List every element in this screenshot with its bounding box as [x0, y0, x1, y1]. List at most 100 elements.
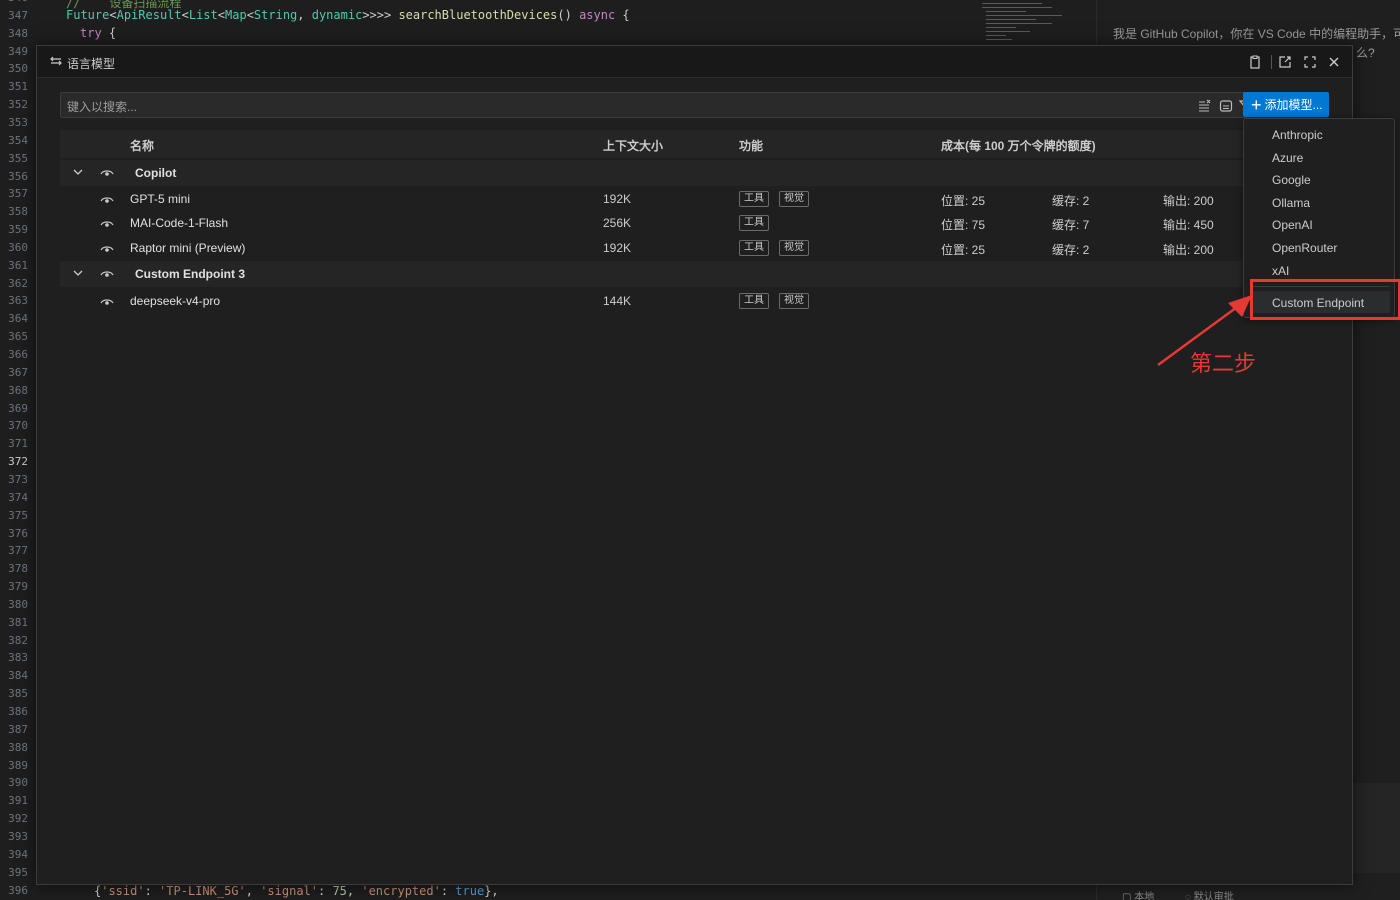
- tag-vision: 视觉: [779, 191, 809, 207]
- line-number: 382: [8, 633, 28, 647]
- line-number: 381: [8, 615, 28, 629]
- line-number: 364: [8, 312, 28, 326]
- line-number: 349: [8, 44, 28, 58]
- group-row-copilot[interactable]: Copilot: [60, 160, 1250, 186]
- menu-item-xai[interactable]: xAI: [1272, 264, 1289, 278]
- clipboard-icon[interactable]: [1246, 53, 1264, 71]
- tag-tools: 工具: [739, 191, 769, 207]
- table-header: 名称 上下文大小 功能 成本(每 100 万个令牌的额度): [60, 130, 1250, 158]
- language-models-dialog: 语言模型 键入以搜索... +添加模型... 名称 上下文大小 功能 成本(每: [36, 45, 1353, 885]
- clear-filter-icon[interactable]: [1197, 98, 1213, 114]
- cost-output: 输出: 450: [1163, 218, 1214, 232]
- line-number: 347: [8, 8, 28, 22]
- plus-icon: +: [1251, 94, 1262, 115]
- line-number: 350: [8, 62, 28, 76]
- maximize-icon[interactable]: [1301, 53, 1319, 71]
- line-number: 367: [8, 365, 28, 379]
- context-size: 256K: [603, 216, 632, 230]
- line-number: 393: [8, 829, 28, 843]
- column-header-name[interactable]: 名称: [130, 137, 154, 154]
- line-number: 348: [8, 26, 28, 40]
- chat-local-label[interactable]: ▢ 本地: [1122, 888, 1154, 900]
- chat-message-cont: 么?: [1356, 46, 1375, 60]
- open-in-editor-icon[interactable]: [1276, 53, 1294, 71]
- chat-approval-label[interactable]: ◌ 默认审批: [1185, 888, 1234, 900]
- annotation-step-text: 第二步: [1190, 351, 1257, 376]
- line-number: 374: [8, 490, 28, 504]
- line-number: 359: [8, 223, 28, 237]
- line-number: 384: [8, 669, 28, 683]
- chat-panel-area: [1353, 783, 1400, 873]
- search-input[interactable]: 键入以搜索...: [60, 92, 1254, 118]
- line-number: 358: [8, 205, 28, 219]
- chat-message: 我是 GitHub Copilot，你在 VS Code 中的编程助手，可: [1113, 27, 1400, 41]
- context-size: 192K: [603, 241, 632, 255]
- add-model-label: 添加模型...: [1264, 98, 1323, 112]
- close-icon[interactable]: [1325, 53, 1343, 71]
- line-number: 396: [8, 883, 28, 897]
- menu-item-openai[interactable]: OpenAI: [1272, 218, 1313, 232]
- minimap[interactable]: [978, 0, 1068, 45]
- tag-vision: 视觉: [779, 293, 809, 309]
- line-number: 353: [8, 115, 28, 129]
- add-model-button[interactable]: + 添加模型...: [1243, 92, 1329, 117]
- eye-icon[interactable]: [100, 296, 114, 306]
- menu-item-google[interactable]: Google: [1272, 173, 1311, 187]
- line-number: 392: [8, 812, 28, 826]
- group-name: Copilot: [135, 166, 177, 180]
- table-row[interactable]: deepseek-v4-pro 144K 工具 视觉: [60, 289, 1250, 313]
- line-number: 363: [8, 294, 28, 308]
- table-row[interactable]: Raptor mini (Preview) 192K 工具 视觉 位置: 25 …: [60, 236, 1250, 260]
- model-name: deepseek-v4-pro: [130, 294, 221, 308]
- menu-item-anthropic[interactable]: Anthropic: [1272, 128, 1323, 142]
- chevron-down-icon[interactable]: [72, 267, 84, 279]
- menu-item-azure[interactable]: Azure: [1272, 151, 1303, 165]
- dialog-header: 语言模型: [37, 46, 1352, 78]
- line-number: 360: [8, 240, 28, 254]
- line-number: 386: [8, 705, 28, 718]
- column-header-cost[interactable]: 成本(每 100 万个令牌的额度): [941, 137, 1096, 154]
- column-header-features[interactable]: 功能: [739, 137, 763, 154]
- group-row-custom-endpoint[interactable]: Custom Endpoint 3: [60, 261, 1250, 287]
- dialog-title: 语言模型: [67, 57, 116, 71]
- line-number: 387: [8, 722, 28, 736]
- column-header-context[interactable]: 上下文大小: [603, 137, 663, 154]
- context-size: 144K: [603, 294, 632, 308]
- group-name: Custom Endpoint 3: [135, 267, 245, 281]
- code-line-348: try {: [80, 26, 117, 40]
- table-row[interactable]: MAI-Code-1-Flash 256K 工具 位置: 75 缓存: 7 输出…: [60, 211, 1250, 235]
- tag-tools: 工具: [739, 293, 769, 309]
- annotation-highlight-box: [1250, 279, 1400, 320]
- code-line-347: Future<ApiResult<List<Map<String, dynami…: [66, 8, 630, 22]
- chevron-down-icon[interactable]: [72, 166, 84, 178]
- group-by-icon[interactable]: [1218, 98, 1234, 114]
- eye-icon[interactable]: [100, 268, 114, 278]
- line-number: 383: [8, 651, 28, 665]
- line-number: 372: [8, 455, 28, 469]
- line-number: 379: [8, 580, 28, 594]
- line-number: 395: [8, 865, 28, 879]
- line-number: 361: [8, 258, 28, 272]
- line-number: 366: [8, 348, 28, 361]
- table-row[interactable]: GPT-5 mini 192K 工具 视觉 位置: 25 缓存: 2 输出: 2…: [60, 187, 1250, 211]
- eye-icon[interactable]: [100, 194, 114, 204]
- line-number: 354: [8, 133, 28, 147]
- code-line-396: {'ssid': 'TP-LINK_5G', 'signal': 75, 'en…: [94, 884, 499, 898]
- tag-tools: 工具: [739, 240, 769, 256]
- eye-icon[interactable]: [100, 218, 114, 228]
- eye-icon[interactable]: [100, 167, 114, 177]
- cost-output: 输出: 200: [1163, 243, 1214, 257]
- line-number: 391: [8, 794, 28, 808]
- menu-item-ollama[interactable]: Ollama: [1272, 196, 1310, 210]
- eye-icon[interactable]: [100, 243, 114, 253]
- model-name: Raptor mini (Preview): [130, 241, 246, 255]
- cost-cache: 缓存: 2: [1052, 194, 1090, 208]
- line-number: 355: [8, 151, 28, 165]
- line-number: 356: [8, 169, 28, 183]
- menu-item-openrouter[interactable]: OpenRouter: [1272, 241, 1337, 255]
- line-number: 357: [8, 187, 28, 201]
- tag-vision: 视觉: [779, 240, 809, 256]
- cost-input: 位置: 25: [941, 194, 986, 208]
- cost-input: 位置: 75: [941, 218, 986, 232]
- line-number: 369: [8, 401, 28, 415]
